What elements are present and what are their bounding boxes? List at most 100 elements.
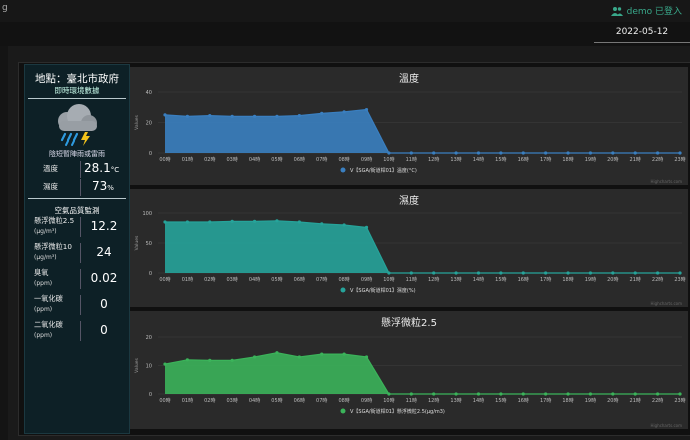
top-bar: g demo 已登入 xyxy=(0,0,690,23)
y-tick-label: 50 xyxy=(146,241,152,247)
y-tick-label: 20 xyxy=(146,121,152,127)
data-point xyxy=(297,114,301,118)
x-tick-label: 08時 xyxy=(338,398,349,404)
y-tick-label: 100 xyxy=(142,211,152,217)
x-tick-label: 06時 xyxy=(294,157,305,163)
x-tick-label: 14時 xyxy=(473,398,484,404)
data-point xyxy=(185,114,189,118)
data-point xyxy=(521,151,525,155)
data-point xyxy=(320,222,324,226)
data-point xyxy=(678,271,682,275)
divider xyxy=(28,98,126,99)
data-point xyxy=(163,220,167,224)
data-point xyxy=(588,271,593,275)
aq-label: 懸浮微粒10 xyxy=(34,242,72,251)
chart-credit: Highcharts.com xyxy=(650,423,683,428)
humidity-chart-svg: 0 50 100 Values V【SGA/街道桿01】濕度(%) 00時 01時 02時 03… xyxy=(134,211,686,294)
x-tick-label: 15時 xyxy=(495,277,506,283)
user-menu[interactable]: demo 已登入 xyxy=(610,4,682,17)
aq-value: 24 xyxy=(96,245,112,259)
data-point xyxy=(566,392,570,396)
data-point xyxy=(342,110,346,114)
data-point xyxy=(656,151,660,155)
x-tick-label: 20時 xyxy=(607,398,618,404)
x-tick-label: 12時 xyxy=(428,398,439,404)
data-point xyxy=(588,151,593,155)
users-icon xyxy=(610,6,623,16)
data-point xyxy=(275,114,279,118)
x-tick-label: 16時 xyxy=(518,277,529,283)
x-tick-label: 22時 xyxy=(652,398,663,404)
data-point xyxy=(611,151,615,155)
aq-unit: (ppm) xyxy=(34,306,53,313)
temperature-value: 28.1°C xyxy=(84,161,120,175)
humidity-chart: 濕度 0 50 100 Values V【SGA/街道桿01】濕度(%) 00時 01時 02… xyxy=(130,189,688,307)
divider xyxy=(80,295,81,315)
x-tick-label: 05時 xyxy=(271,398,282,404)
data-point xyxy=(656,392,660,396)
data-point xyxy=(678,392,682,396)
temperature-label: 溫度 xyxy=(43,164,58,173)
x-tick-label: 12時 xyxy=(428,157,439,163)
divider xyxy=(80,243,81,263)
pm25-chart: 懸浮微粒2.5 0 10 20 Values V【SGA/街道桿01】懸浮微粒2.5(μ… xyxy=(130,311,688,429)
x-tick-label: 02時 xyxy=(204,157,215,163)
legend-marker xyxy=(340,167,346,173)
y-tick-label: 10 xyxy=(146,364,152,370)
user-label: demo 已登入 xyxy=(626,7,682,17)
data-point xyxy=(499,151,503,155)
data-point xyxy=(499,392,503,396)
data-point xyxy=(342,352,346,356)
divider xyxy=(80,161,81,178)
x-tick-label: 22時 xyxy=(652,157,663,163)
env-sidebar: 地點：臺北市政府 即時環境數據 陰短暫陣雨或雷雨 溫度 28.1°C 濕度 73… xyxy=(24,64,130,434)
x-tick-label: 18時 xyxy=(562,398,573,404)
x-tick-label: 07時 xyxy=(316,277,327,283)
x-tick-label: 00時 xyxy=(159,157,170,163)
aq-row-co: 一氧化碳 (ppm) 0 xyxy=(28,292,126,317)
data-point xyxy=(544,151,548,155)
date-picker[interactable]: 2022-05-12 xyxy=(594,23,690,43)
data-point xyxy=(163,113,167,117)
aq-row-ozone: 臭氧 (ppm) 0.02 xyxy=(28,266,126,291)
x-tick-label: 13時 xyxy=(450,398,461,404)
data-point xyxy=(230,114,234,118)
x-tick-label: 17時 xyxy=(540,277,551,283)
aq-label: 二氧化碳 xyxy=(34,320,63,329)
y-tick-label: 0 xyxy=(149,151,152,157)
data-point xyxy=(364,225,369,229)
data-point xyxy=(342,223,346,227)
y-axis-label: Values xyxy=(134,114,140,129)
data-point xyxy=(163,362,167,366)
data-point xyxy=(432,151,436,155)
data-point xyxy=(499,271,503,275)
divider xyxy=(80,179,81,196)
data-point xyxy=(544,271,548,275)
data-point xyxy=(633,151,637,155)
left-strip xyxy=(0,46,8,440)
aq-unit: (ppm) xyxy=(34,332,53,339)
data-point xyxy=(297,355,301,359)
data-point xyxy=(454,392,458,396)
humidity-label: 濕度 xyxy=(43,182,58,191)
y-tick-label: 0 xyxy=(149,271,152,277)
aq-value: 0 xyxy=(100,323,108,337)
legend-label: V【SGA/街道桿01】濕度(%) xyxy=(350,287,416,294)
x-tick-label: 17時 xyxy=(540,398,551,404)
x-tick-label: 13時 xyxy=(450,157,461,163)
data-point xyxy=(566,151,570,155)
aq-value: 12.2 xyxy=(90,219,118,233)
humidity-value: 73% xyxy=(92,179,114,193)
x-tick-label: 18時 xyxy=(562,157,573,163)
x-tick-label: 00時 xyxy=(159,277,170,283)
data-point xyxy=(566,271,570,275)
location-title: 地點：臺北市政府 xyxy=(35,73,119,85)
pm25-chart-svg: 0 10 20 Values V【SGA/街道桿01】懸浮微粒2.5(μg/m3) 00時… xyxy=(134,335,686,415)
x-tick-label: 11時 xyxy=(406,157,417,163)
data-point xyxy=(476,271,481,275)
divider xyxy=(28,198,126,199)
series-area xyxy=(165,220,680,273)
date-bar xyxy=(0,22,690,46)
legend-label: V【SGA/街道桿01】懸浮微粒2.5(μg/m3) xyxy=(350,408,445,415)
x-tick-label: 21時 xyxy=(630,277,641,283)
